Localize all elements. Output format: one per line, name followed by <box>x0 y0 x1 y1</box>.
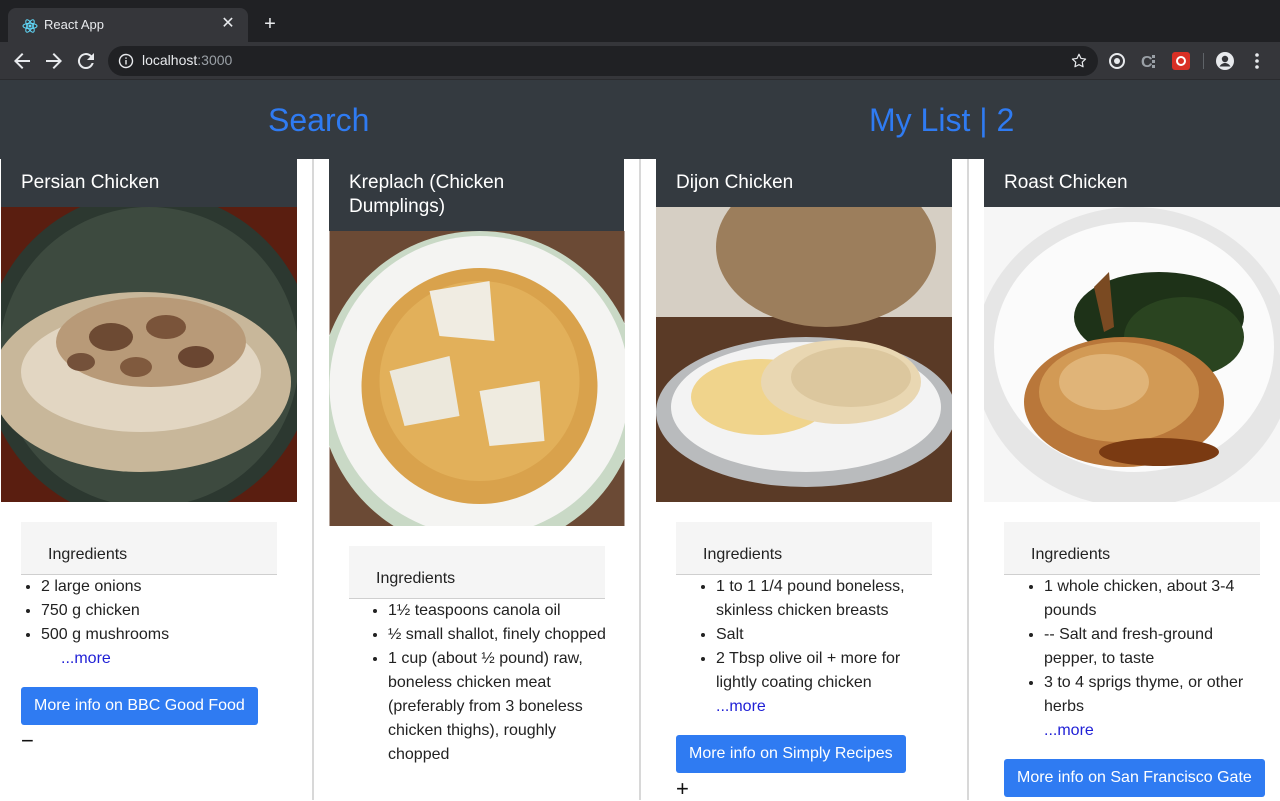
ingredients-panel: Ingredients <box>21 522 277 575</box>
more-info-button[interactable]: More info on San Francisco Gate <box>1004 759 1265 797</box>
ingredient-item: ½ small shallot, finely chopped <box>388 623 619 647</box>
ingredients-list: 2 large onions 750 g chicken 500 g mushr… <box>1 575 297 647</box>
forward-arrow-icon[interactable] <box>42 49 66 73</box>
url-text: localhost:3000 <box>142 52 232 68</box>
recipe-image-kreplach <box>329 231 625 526</box>
collapse-minus-icon[interactable]: − <box>21 729 45 753</box>
browser-tab-bar: React App ✕ + <box>0 0 1280 42</box>
info-icon[interactable] <box>118 53 134 69</box>
extension-c-icon[interactable]: C <box>1139 51 1159 71</box>
recipe-image-persian-chicken <box>1 207 297 502</box>
more-ingredients-link[interactable]: ...more <box>656 695 952 719</box>
more-info-button[interactable]: More info on Simply Recipes <box>676 735 906 773</box>
ingredients-list: 1 to 1 1/4 pound boneless, skinless chic… <box>656 575 926 695</box>
ingredients-panel: Ingredients <box>676 522 932 575</box>
url-port: :3000 <box>197 52 233 68</box>
more-info-button[interactable]: More info on BBC Good Food <box>21 687 258 725</box>
ingredient-item: 750 g chicken <box>41 599 297 623</box>
browser-tab[interactable]: React App ✕ <box>8 8 248 42</box>
toolbar-divider <box>1203 53 1204 69</box>
ingredient-item: 2 large onions <box>41 575 297 599</box>
reload-icon[interactable] <box>74 49 98 73</box>
ingredient-item: 3 to 4 sprigs thyme, or other herbs <box>1044 671 1254 719</box>
ingredients-list: 1 whole chicken, about 3-4 pounds -- Sal… <box>984 575 1254 719</box>
ingredient-item: 1 whole chicken, about 3-4 pounds <box>1044 575 1254 623</box>
search-nav-link[interactable]: Search <box>268 100 369 140</box>
recipe-card: Kreplach (Chicken Dumplings) Ingredients… <box>329 159 625 800</box>
app-root: Search My List | 2 Persian Chicken Ingre… <box>0 80 1280 801</box>
recipe-grid: Persian Chicken Ingredients 2 large onio… <box>0 159 1280 801</box>
recipe-title: Dijon Chicken <box>656 159 952 207</box>
ingredient-item: 500 g mushrooms <box>41 623 297 647</box>
recipe-card: Persian Chicken Ingredients 2 large onio… <box>1 159 297 800</box>
more-ingredients-link[interactable]: ...more <box>984 719 1280 743</box>
ingredient-item: -- Salt and fresh-ground pepper, to tast… <box>1044 623 1254 671</box>
recipe-image-dijon-chicken <box>656 207 952 502</box>
ingredients-panel: Ingredients <box>1004 522 1260 575</box>
ingredients-heading: Ingredients <box>21 522 277 575</box>
url-host: localhost <box>142 52 198 68</box>
recipe-title: Persian Chicken <box>1 159 297 207</box>
profile-avatar-icon[interactable] <box>1215 51 1235 71</box>
recipe-card: Dijon Chicken Ingredients 1 to 1 1/4 pou… <box>656 159 952 801</box>
extension-red-icon[interactable] <box>1171 51 1191 71</box>
kebab-menu-icon[interactable] <box>1247 51 1267 71</box>
address-bar[interactable]: localhost:3000 <box>108 46 1098 76</box>
ingredients-panel: Ingredients <box>349 546 605 599</box>
column-divider <box>967 159 969 800</box>
ingredient-item: 2 Tbsp olive oil + more for lightly coat… <box>716 647 926 695</box>
extension-circle-icon[interactable] <box>1107 51 1127 71</box>
recipe-title: Roast Chicken <box>984 159 1280 207</box>
react-logo-icon <box>22 19 38 33</box>
ingredient-item: 1 to 1 1/4 pound boneless, skinless chic… <box>716 575 926 623</box>
ingredients-heading: Ingredients <box>349 546 605 599</box>
ingredient-item: Salt <box>716 623 926 647</box>
expand-plus-icon[interactable]: + <box>676 777 700 801</box>
ingredients-heading: Ingredients <box>676 522 932 575</box>
back-arrow-icon[interactable] <box>10 49 34 73</box>
svg-text:C: C <box>1141 54 1153 71</box>
ingredient-item: 1 cup (about ½ pound) raw, boneless chic… <box>388 647 619 767</box>
browser-toolbar: localhost:3000 C <box>0 42 1280 80</box>
more-ingredients-link[interactable]: ...more <box>1 647 297 671</box>
recipe-title: Kreplach (Chicken Dumplings) <box>329 159 624 231</box>
close-tab-icon[interactable]: ✕ <box>218 14 238 34</box>
column-divider <box>639 159 641 800</box>
bookmark-star-icon[interactable] <box>1070 52 1088 70</box>
tab-title: React App <box>44 17 104 32</box>
new-tab-icon[interactable]: + <box>258 12 282 36</box>
recipe-image-roast-chicken <box>984 207 1280 502</box>
ingredients-list: 1½ teaspoons canola oil ½ small shallot,… <box>329 599 619 767</box>
recipe-card: Roast Chicken Ingredients 1 whole chicke… <box>984 159 1280 800</box>
ingredient-item: 1½ teaspoons canola oil <box>388 599 619 623</box>
app-header: Search My List | 2 <box>0 80 1280 159</box>
ingredients-heading: Ingredients <box>1004 522 1260 575</box>
column-divider <box>312 159 314 800</box>
my-list-nav-link[interactable]: My List | 2 <box>869 100 1014 140</box>
